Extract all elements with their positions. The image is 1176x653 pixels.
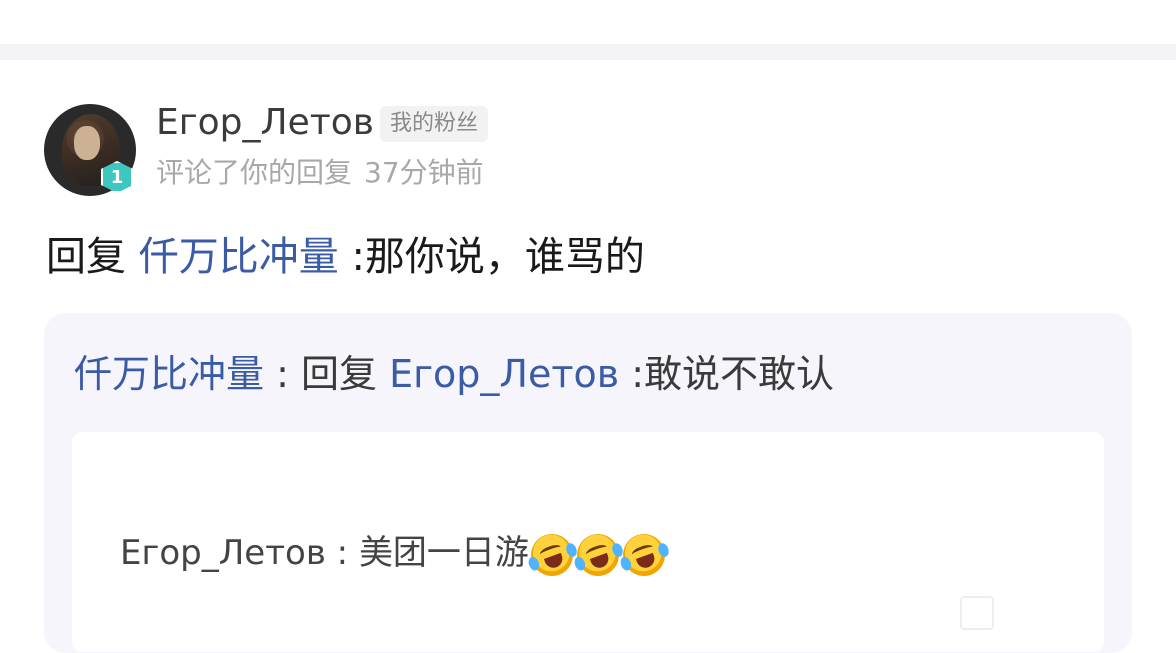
- emoji-row: [525, 527, 671, 582]
- section-divider: [0, 44, 1176, 60]
- rolling-on-floor-laughing-icon: [525, 527, 579, 582]
- rolling-on-floor-laughing-icon: [617, 527, 671, 582]
- watermark: [960, 592, 1160, 632]
- reply-content[interactable]: 回复 仟万比冲量 :那你说，谁骂的: [46, 232, 645, 282]
- reply-text: :那你说，谁骂的: [351, 234, 645, 280]
- avatar-face: [74, 126, 100, 160]
- original-text: 美团一日游: [358, 533, 529, 573]
- original-comment-line: Егор_Летов : 美团一日游: [120, 527, 671, 582]
- username[interactable]: Егор_Летов: [156, 101, 374, 145]
- quote-author-link[interactable]: 仟万比冲量: [74, 352, 264, 396]
- quoted-reply-line: 仟万比冲量 : 回复 Егор_Летов :敢说不敢认: [74, 350, 834, 398]
- top-strip: [0, 0, 1176, 44]
- original-separator: :: [325, 533, 359, 573]
- reply-prefix: 回复: [46, 234, 126, 280]
- quote-separator: : 回复: [264, 352, 390, 396]
- action-text: 评论了你的回复: [156, 156, 353, 189]
- quote-target-link[interactable]: Егор_Летов: [389, 352, 619, 396]
- reply-target-link[interactable]: 仟万比冲量: [139, 234, 339, 280]
- timestamp: 37分钟前: [364, 156, 484, 189]
- comment-meta: 评论了你的回复 37分钟前: [156, 154, 484, 192]
- original-author: Егор_Летов: [120, 533, 326, 573]
- quote-text: :敢说不敢认: [631, 352, 835, 396]
- fan-tag: 我的粉丝: [380, 106, 489, 142]
- rolling-on-floor-laughing-icon: [571, 527, 625, 582]
- watermark-icon: [960, 595, 994, 630]
